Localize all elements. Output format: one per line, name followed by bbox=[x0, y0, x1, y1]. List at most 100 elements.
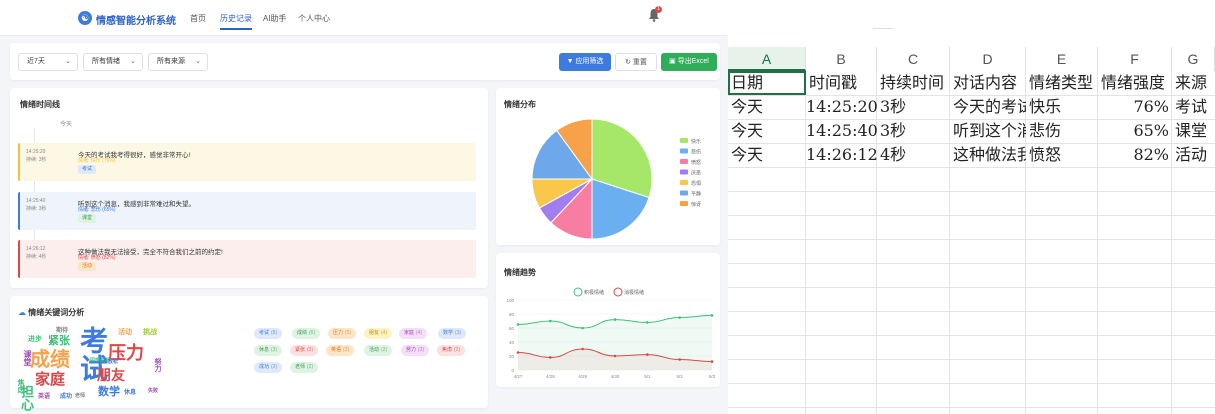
notification-bell-icon[interactable]: 1 bbox=[648, 6, 662, 22]
source-select[interactable]: 所有来源 ⌄ bbox=[148, 53, 208, 71]
nav-history-link[interactable]: 历史记录 bbox=[220, 13, 252, 30]
sheet-cell[interactable]: 来源 bbox=[1172, 71, 1215, 95]
y-tick-label: 40 bbox=[509, 340, 515, 345]
y-tick-label: 0 bbox=[511, 368, 514, 373]
keyword-chip-label: 家庭 bbox=[404, 330, 415, 336]
data-point bbox=[581, 326, 584, 330]
keyword-chip[interactable]: 紧张 (3) bbox=[290, 345, 319, 356]
cloud-word: 活动 bbox=[118, 329, 132, 336]
export-excel-button[interactable]: ▣ 导出Excel bbox=[661, 53, 717, 71]
sheet-cell[interactable]: 情绪强度 bbox=[1098, 71, 1172, 95]
legend-marker bbox=[573, 287, 583, 297]
legend-label: 消极情绪 bbox=[624, 289, 644, 296]
data-point bbox=[613, 318, 617, 321]
keyword-chip[interactable]: 努力 (2) bbox=[401, 345, 430, 356]
sheet-cell[interactable]: 4秒 bbox=[877, 143, 950, 167]
sheet-cell[interactable]: 对话内容 bbox=[950, 71, 1026, 95]
keyword-chip[interactable]: 朋友 (4) bbox=[364, 328, 393, 339]
legend-swatch bbox=[680, 201, 688, 206]
keyword-chip-count: (8) bbox=[271, 330, 278, 336]
emotion-select[interactable]: 所有情绪 ⌄ bbox=[83, 53, 143, 71]
data-point bbox=[710, 314, 714, 317]
keyword-chip[interactable]: 数学 (3) bbox=[438, 328, 467, 339]
cloud-word: 家庭 bbox=[35, 371, 66, 388]
sheet-cell[interactable]: 今天 bbox=[728, 119, 806, 143]
dashboard-panel: ☯ 情感智能分析系统 首页 历史记录 AI助手 个人中心 1 近7天 ⌄ 所有情绪… bbox=[0, 0, 728, 414]
keyword-chip[interactable]: 考试 (8) bbox=[254, 328, 283, 339]
column-header[interactable]: E bbox=[1026, 47, 1098, 71]
event-tag[interactable]: 课堂 bbox=[78, 214, 97, 223]
event-tag[interactable]: 活动 bbox=[78, 262, 97, 271]
nav-ai-link[interactable]: AI助手 bbox=[263, 13, 287, 24]
column-header[interactable]: A bbox=[728, 47, 806, 71]
sheet-cell[interactable]: 考试 bbox=[1172, 95, 1215, 119]
top-navbar: ☯ 情感智能分析系统 首页 历史记录 AI助手 个人中心 1 bbox=[0, 0, 728, 36]
sheet-cell[interactable]: 持续时间 bbox=[877, 71, 950, 95]
sheet-cell[interactable]: 14:26:12 bbox=[806, 143, 877, 167]
keyword-chip[interactable]: 成功 (2) bbox=[254, 362, 283, 373]
sheet-cell[interactable]: 3秒 bbox=[877, 119, 950, 143]
legend-label: 快乐 bbox=[691, 138, 701, 145]
event-time: 14:25:40 bbox=[26, 198, 46, 204]
grid-line-horizontal bbox=[728, 215, 1215, 216]
keyword-chip[interactable]: 休息 (3) bbox=[254, 345, 283, 356]
notification-count-badge: 1 bbox=[655, 6, 662, 13]
chevron-down-icon: ⌄ bbox=[65, 58, 71, 65]
legend-label: 积极情绪 bbox=[584, 289, 604, 296]
event-time: 14:26:12 bbox=[26, 246, 46, 252]
timeline-event[interactable]: 14:25:40 持续: 3秒 听到这个消息，我感到非常难过和失望。 情绪: 悲伤 (… bbox=[18, 192, 476, 230]
sheet-cell[interactable]: 14:25:20 bbox=[806, 95, 877, 119]
grid-line-horizontal bbox=[728, 191, 1215, 192]
column-header[interactable]: B bbox=[806, 47, 877, 71]
sheet-cell[interactable]: 愤怒 bbox=[1026, 143, 1098, 167]
apply-filter-button[interactable]: ▼ 应用筛选 bbox=[559, 53, 611, 71]
timeline-event[interactable]: 14:26:12 持续: 4秒 这种做法我无法接受，完全不符合我们之前的约定! 情绪:… bbox=[18, 240, 476, 278]
keyword-chip[interactable]: 老师 (2) bbox=[290, 362, 319, 373]
sheet-cell[interactable]: 听到这个消 bbox=[950, 119, 1026, 143]
sheet-cell[interactable]: 日期 bbox=[728, 71, 806, 95]
reset-button[interactable]: ↻ 重置 bbox=[615, 53, 657, 71]
keyword-chip-label: 成绩 bbox=[297, 330, 308, 336]
timeline-day-label: 今天 bbox=[60, 122, 73, 128]
excel-icon: ▣ bbox=[669, 58, 678, 65]
sheet-cell[interactable]: 今天的考试 bbox=[950, 95, 1026, 119]
column-header[interactable]: D bbox=[950, 47, 1026, 71]
column-header[interactable]: G bbox=[1172, 47, 1215, 71]
sheet-cell[interactable]: 活动 bbox=[1172, 143, 1215, 167]
sheet-cell[interactable]: 65% bbox=[1098, 119, 1172, 143]
keyword-chip[interactable]: 英语 (2) bbox=[326, 345, 355, 356]
nav-profile-link[interactable]: 个人中心 bbox=[298, 13, 330, 24]
keyword-chip-count: (3) bbox=[455, 330, 462, 336]
sheet-cell[interactable]: 76% bbox=[1098, 95, 1172, 119]
keyword-chip[interactable]: 活动 (2) bbox=[364, 345, 393, 356]
x-tick-label: 4/28 bbox=[546, 374, 555, 379]
sheet-divider bbox=[873, 28, 893, 29]
timeline-event[interactable]: 14:25:20 持续: 3秒 今天的考试我考得很好，感觉非常开心! 情绪: 快乐 (… bbox=[18, 143, 476, 181]
sheet-cell[interactable]: 14:25:40 bbox=[806, 119, 877, 143]
column-header[interactable]: C bbox=[877, 47, 950, 71]
keyword-chip[interactable]: 压力 (5) bbox=[328, 328, 357, 339]
column-header[interactable]: F bbox=[1098, 47, 1172, 71]
event-tag[interactable]: 考试 bbox=[78, 165, 97, 174]
sheet-cell[interactable]: 时间戳 bbox=[806, 71, 877, 95]
sheet-cell[interactable]: 今天 bbox=[728, 95, 806, 119]
grid-line-horizontal bbox=[728, 359, 1215, 360]
grid-line-horizontal bbox=[728, 311, 1215, 312]
date-range-select[interactable]: 近7天 ⌄ bbox=[18, 53, 78, 71]
nav-home-link[interactable]: 首页 bbox=[190, 13, 206, 24]
sheet-cell[interactable]: 课堂 bbox=[1172, 119, 1215, 143]
keyword-chip-label: 数学 bbox=[443, 330, 454, 336]
sheet-cell[interactable]: 快乐 bbox=[1026, 95, 1098, 119]
sheet-cell[interactable]: 情绪类型 bbox=[1026, 71, 1098, 95]
keyword-chip-label: 焦虑 bbox=[442, 347, 453, 353]
keyword-chip[interactable]: 焦虑 (2) bbox=[437, 345, 466, 356]
export-label: 导出Excel bbox=[677, 58, 709, 65]
spreadsheet-panel: A B C D E F G 日期 时间戳 持续时间 对话内容 情绪类型 情绪强度 来源今天 14:25:20… bbox=[728, 0, 1215, 414]
keyword-chip[interactable]: 家庭 (4) bbox=[399, 328, 428, 339]
sheet-cell[interactable]: 82% bbox=[1098, 143, 1172, 167]
sheet-cell[interactable]: 今天 bbox=[728, 143, 806, 167]
sheet-cell[interactable]: 悲伤 bbox=[1026, 119, 1098, 143]
sheet-cell[interactable]: 3秒 bbox=[877, 95, 950, 119]
sheet-cell[interactable]: 这种做法我 bbox=[950, 143, 1026, 167]
keyword-chip[interactable]: 成绩 (6) bbox=[292, 328, 321, 339]
